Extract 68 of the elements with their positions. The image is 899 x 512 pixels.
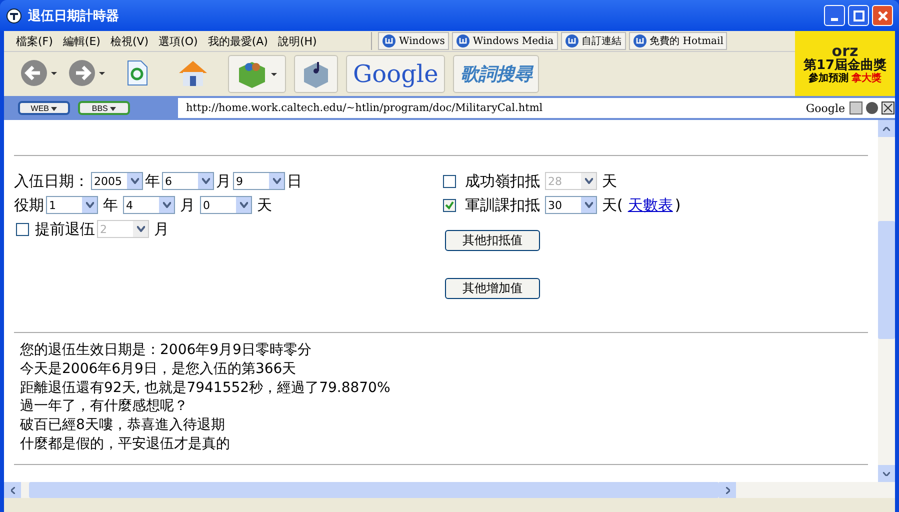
menu-item[interactable]: 編輯(E) <box>62 34 100 48</box>
ad-banner[interactable]: orz 第17屆金曲獎 參加預測 拿大獎 <box>795 31 895 96</box>
mode-button[interactable]: BBS <box>78 101 130 115</box>
dropdown[interactable]: 6 <box>162 172 214 190</box>
lyrics-search-button[interactable]: 歌詞搜尋 <box>453 55 540 93</box>
app-icon <box>6 8 22 24</box>
dropdown[interactable]: 4 <box>123 196 175 214</box>
dropdown[interactable]: 30 <box>545 196 597 214</box>
dropdown[interactable]: 9 <box>233 172 285 190</box>
checkbox-label: 提前退伍 <box>35 220 95 238</box>
parenthesis: ) <box>674 196 681 214</box>
unit-label: 日 <box>287 172 302 190</box>
unit-label: 月 <box>180 196 195 214</box>
mode-button[interactable]: WEB <box>18 101 70 115</box>
menu-item[interactable]: 檔案(F) <box>16 34 53 48</box>
window-title: 退伍日期計時器 <box>28 8 119 24</box>
close-icon <box>876 10 888 22</box>
cube-menu-button[interactable] <box>228 55 286 93</box>
refresh-button[interactable] <box>126 60 148 88</box>
result-line: 什麼都是假的，平安退伍才是真的 <box>20 434 231 454</box>
result-line: 您的退伍生效日期是：2006年9月9日零時零分 <box>20 341 312 360</box>
unit-label: 年 <box>103 196 118 214</box>
checkbox[interactable] <box>443 198 456 212</box>
result-line: 距離退伍還有92天, 也就是7941552秒，經過了79.8870% <box>20 378 392 398</box>
toolbar-icons-drawing[interactable] <box>849 101 895 115</box>
dropdown[interactable]: 1 <box>46 196 98 214</box>
address-field[interactable]: http://home.work.caltech.edu/~htlin/program/doc/MilitaryCal.html Google <box>178 98 895 118</box>
menu-item[interactable]: 我的最愛(A) <box>208 34 268 48</box>
minimize-icon <box>831 18 838 20</box>
maximize-button[interactable] <box>848 5 869 26</box>
menu-item[interactable]: 說明(H) <box>278 34 317 48</box>
forward-arrow-icon <box>68 58 108 86</box>
unit-label: 年 <box>145 172 160 190</box>
field-label: 役期 <box>14 196 44 214</box>
link-button[interactable]: 免費的 Hotmail <box>628 32 728 50</box>
unit-label: 月 <box>216 172 231 190</box>
vertical-scrollbar[interactable] <box>878 120 895 482</box>
caret-icon <box>51 106 58 110</box>
google-button[interactable]: Google <box>346 55 446 93</box>
minimize-button[interactable] <box>824 5 845 26</box>
result-line: 今天是2006年6月9日，是您入伍的第366天 <box>20 360 298 379</box>
result-line: 破百已經8天嘍，恭喜進入待退期 <box>20 416 226 435</box>
music-cube-button[interactable] <box>294 55 338 93</box>
close-button[interactable] <box>872 5 893 26</box>
action-button[interactable]: 其他增加值 <box>445 278 540 299</box>
refresh-icon <box>126 60 148 86</box>
menu-item[interactable]: 檢視(V) <box>110 34 149 48</box>
field-label: 入伍日期： <box>14 172 89 190</box>
action-button[interactable]: 其他扣抵值 <box>445 230 540 251</box>
checkbox-label: 成功嶺扣抵 <box>465 172 540 190</box>
unit-label: 月 <box>154 220 169 238</box>
dropdown[interactable]: 0 <box>200 196 252 214</box>
link-button[interactable]: Windows <box>378 32 449 50</box>
unit-label: 天 <box>602 172 617 190</box>
table-link[interactable]: 天數表 <box>628 196 673 214</box>
link-button[interactable]: 自訂連結 <box>560 32 626 50</box>
checkbox-label: 軍訓課扣抵 <box>465 196 540 214</box>
maximize-icon <box>852 10 864 22</box>
unit-label: 天 <box>257 196 272 214</box>
result-line: 過一年了，有什麼感想呢？ <box>20 397 189 416</box>
unit-label: 天( <box>602 196 623 214</box>
horizontal-scrollbar[interactable] <box>4 482 895 498</box>
dropdown[interactable]: 2005 <box>91 172 143 190</box>
back-arrow-icon <box>20 58 60 86</box>
music-cube-icon <box>301 59 331 89</box>
menu-item[interactable]: 選項(O) <box>158 34 198 48</box>
caret-icon <box>110 106 116 110</box>
link-button[interactable]: Windows Media <box>452 32 558 50</box>
